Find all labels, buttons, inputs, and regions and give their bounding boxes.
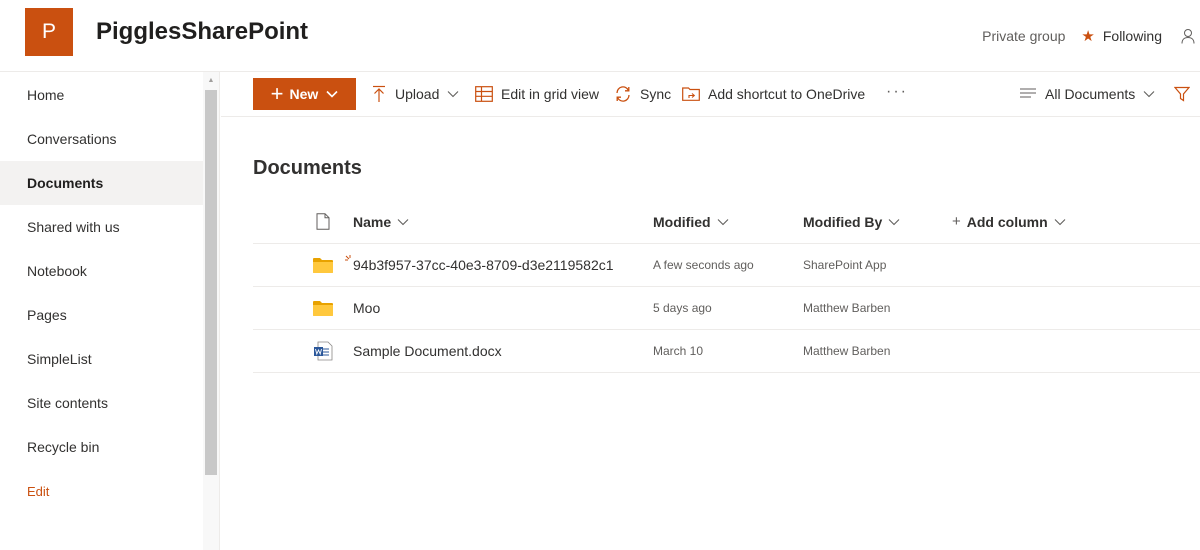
upload-button[interactable]: Upload xyxy=(371,84,459,104)
modified-by-value[interactable]: Matthew Barben xyxy=(803,287,890,329)
nav-item-pages[interactable]: Pages xyxy=(0,293,203,337)
shortcut-icon xyxy=(682,86,700,102)
nav-item-recycle-bin[interactable]: Recycle bin xyxy=(0,425,203,469)
edit-grid-label: Edit in grid view xyxy=(501,86,600,102)
private-group-label: Private group xyxy=(982,28,1066,44)
plus-icon: + xyxy=(952,213,961,230)
chevron-down-icon xyxy=(717,218,729,226)
file-name-link[interactable]: 94b3f957-37cc-40e3-8709-d3e2119582c1 xyxy=(353,244,614,286)
file-name-link[interactable]: Sample Document.docx xyxy=(353,330,502,372)
column-header-modified-by-label: Modified By xyxy=(803,213,883,230)
folder-icon xyxy=(311,244,335,286)
word-document-icon xyxy=(311,330,335,372)
column-header-modified-by[interactable]: Modified By xyxy=(803,200,900,243)
modified-value: 5 days ago xyxy=(653,301,712,315)
chevron-down-icon xyxy=(1143,90,1155,98)
more-actions-icon[interactable]: ··· xyxy=(886,82,908,102)
nav-list: Home Conversations Documents Shared with… xyxy=(0,73,203,513)
chevron-down-icon xyxy=(397,218,409,226)
file-name-link[interactable]: Moo xyxy=(353,287,380,329)
filter-icon[interactable] xyxy=(1174,84,1190,104)
edit-grid-view-button[interactable]: Edit in grid view xyxy=(475,84,599,104)
scroll-thumb[interactable] xyxy=(205,90,217,475)
sync-button[interactable]: Sync xyxy=(614,84,671,104)
star-icon: ★ xyxy=(1081,28,1095,45)
document-list: Name Modified Modified By + Add column 9… xyxy=(253,200,1200,373)
left-navigation: Home Conversations Documents Shared with… xyxy=(0,72,220,550)
column-header-modified-label: Modified xyxy=(653,213,711,230)
add-column-label: Add column xyxy=(966,213,1048,230)
table-row[interactable]: Moo 5 days ago Matthew Barben xyxy=(253,287,1200,330)
sync-icon xyxy=(614,85,632,103)
site-header: P PigglesSharePoint Private group ★ Foll… xyxy=(0,0,1200,72)
nav-scrollbar[interactable]: ▲ xyxy=(203,72,219,550)
column-header-name[interactable]: Name xyxy=(353,200,409,243)
list-header-row: Name Modified Modified By + Add column xyxy=(253,200,1200,244)
chevron-down-icon xyxy=(888,218,900,226)
folder-icon xyxy=(311,287,335,329)
nav-edit-link[interactable]: Edit xyxy=(0,469,203,513)
table-row[interactable]: 94b3f957-37cc-40e3-8709-d3e2119582c1 A f… xyxy=(253,244,1200,287)
scroll-up-arrow-icon[interactable]: ▲ xyxy=(203,72,219,88)
add-shortcut-button[interactable]: Add shortcut to OneDrive xyxy=(682,84,865,104)
chevron-down-icon xyxy=(326,90,338,98)
add-column-button[interactable]: + Add column xyxy=(952,200,1066,243)
site-logo[interactable]: P xyxy=(25,8,73,56)
view-switcher[interactable]: All Documents xyxy=(1019,84,1155,104)
new-button-label: New xyxy=(289,86,319,102)
nav-item-notebook[interactable]: Notebook xyxy=(0,249,203,293)
column-header-modified[interactable]: Modified xyxy=(653,200,729,243)
chevron-down-icon xyxy=(447,90,459,98)
add-shortcut-label: Add shortcut to OneDrive xyxy=(708,86,866,102)
page-title: Documents xyxy=(253,157,362,179)
nav-item-documents[interactable]: Documents xyxy=(0,161,203,205)
following-label: Following xyxy=(1102,28,1162,44)
file-type-header-icon[interactable] xyxy=(311,200,335,243)
view-label: All Documents xyxy=(1045,86,1136,102)
chevron-down-icon xyxy=(1054,218,1066,226)
nav-item-shared-with-us[interactable]: Shared with us xyxy=(0,205,203,249)
new-button[interactable]: + New xyxy=(253,78,356,110)
modified-by-value[interactable]: SharePoint App xyxy=(803,244,886,286)
grid-icon xyxy=(475,86,493,102)
command-bar: + New Upload Edit in grid view Sync Add … xyxy=(221,72,1200,117)
view-lines-icon xyxy=(1019,87,1037,101)
nav-item-home[interactable]: Home xyxy=(0,73,203,117)
column-header-name-label: Name xyxy=(353,213,392,230)
upload-icon xyxy=(371,85,387,103)
modified-by-value[interactable]: Matthew Barben xyxy=(803,330,890,372)
site-title[interactable]: PigglesSharePoint xyxy=(96,18,308,46)
modified-value: March 10 xyxy=(653,344,704,358)
header-actions: Private group ★ Following xyxy=(982,26,1200,46)
following-button[interactable]: ★ Following xyxy=(1081,27,1162,45)
plus-icon: + xyxy=(270,81,284,106)
table-row[interactable]: Sample Document.docx March 10 Matthew Ba… xyxy=(253,330,1200,373)
nav-item-conversations[interactable]: Conversations xyxy=(0,117,203,161)
upload-label: Upload xyxy=(395,86,440,102)
sync-label: Sync xyxy=(640,86,672,102)
members-icon[interactable] xyxy=(1176,26,1200,46)
nav-item-simplelist[interactable]: SimpleList xyxy=(0,337,203,381)
nav-item-site-contents[interactable]: Site contents xyxy=(0,381,203,425)
modified-value: A few seconds ago xyxy=(653,258,754,272)
